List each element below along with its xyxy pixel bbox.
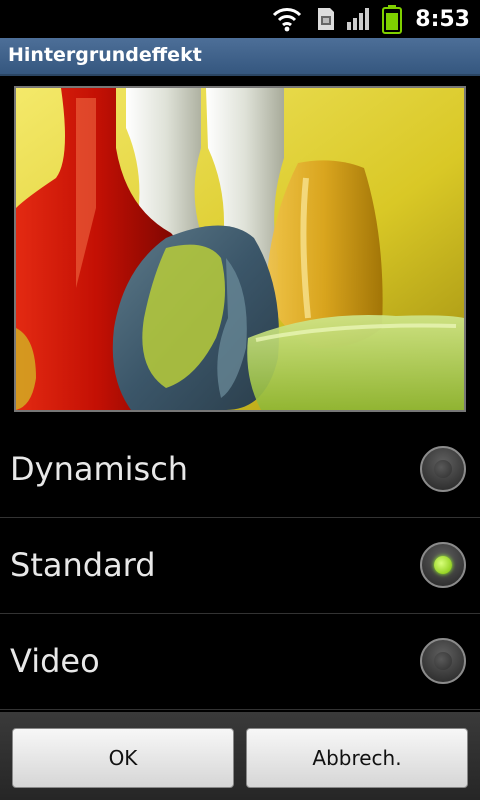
sim-card-icon: [318, 8, 335, 30]
option-standard[interactable]: Standard: [0, 518, 480, 614]
radio-button-standard[interactable]: [420, 542, 466, 588]
cancel-button[interactable]: Abbrech.: [246, 728, 468, 788]
radio-dot-icon: [434, 652, 452, 670]
status-icons: 8:53: [271, 4, 470, 34]
status-clock: 8:53: [415, 6, 470, 32]
radio-button-video[interactable]: [420, 638, 466, 684]
option-label: Video: [10, 642, 100, 680]
option-label: Standard: [10, 546, 156, 584]
dialog-title-bar: Hintergrundeffekt: [0, 38, 480, 76]
radio-dot-icon: [434, 556, 452, 574]
ok-button[interactable]: OK: [12, 728, 234, 788]
wifi-icon: [273, 8, 302, 32]
radio-dot-icon: [434, 460, 452, 478]
battery-icon: [382, 5, 403, 34]
glass-vases-wallpaper-image: [16, 88, 464, 410]
status-bar: 8:53: [0, 0, 480, 38]
option-video[interactable]: Video: [0, 614, 480, 710]
wallpaper-preview-image: [14, 86, 466, 412]
signal-bars-icon: [347, 8, 370, 30]
option-dynamisch[interactable]: Dynamisch: [0, 422, 480, 518]
radio-button-dynamisch[interactable]: [420, 446, 466, 492]
dialog-title: Hintergrundeffekt: [8, 44, 202, 66]
option-label: Dynamisch: [10, 450, 189, 488]
dialog-button-bar: OK Abbrech.: [0, 712, 480, 800]
